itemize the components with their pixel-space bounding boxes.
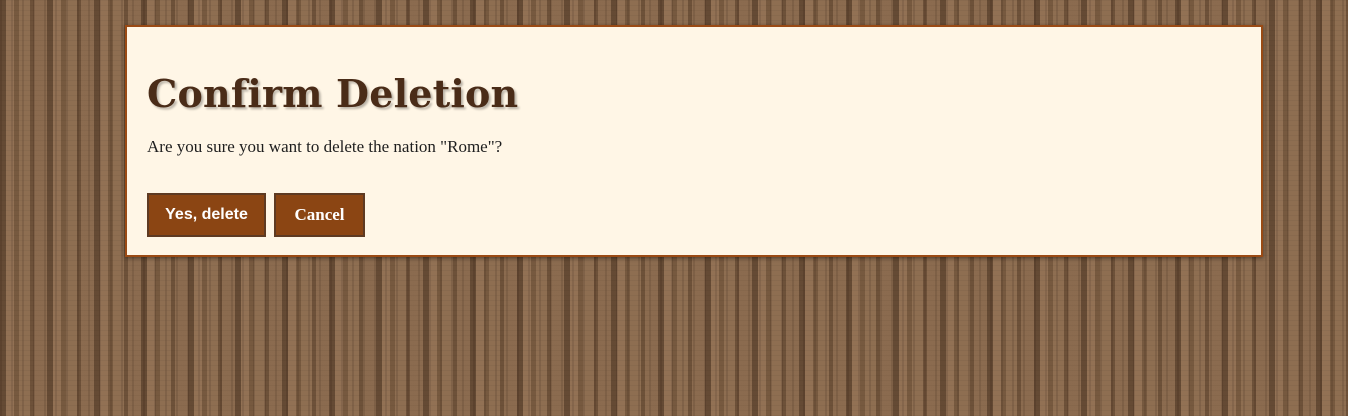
dialog-message: Are you sure you want to delete the nati…: [147, 137, 503, 156]
dialog-button-row: Yes, delete Cancel: [147, 193, 365, 237]
yes-delete-button[interactable]: Yes, delete: [147, 193, 266, 237]
dialog-title: Confirm Deletion: [147, 71, 519, 116]
cancel-button[interactable]: Cancel: [274, 193, 365, 237]
page-background: { "dialog": { "title": "Confirm Deletion…: [0, 0, 1348, 416]
confirm-deletion-dialog: Confirm Deletion Are you sure you want t…: [125, 25, 1263, 257]
